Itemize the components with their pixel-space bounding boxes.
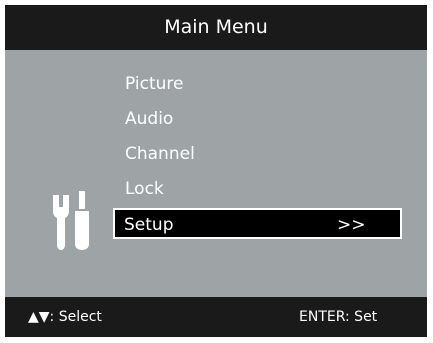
submenu-arrow: >> bbox=[337, 215, 366, 235]
menu-footer: ▲▼: Select ENTER: Set bbox=[5, 297, 427, 337]
menu-item-label: Lock bbox=[125, 179, 164, 199]
menu-item-label: Setup bbox=[124, 215, 174, 235]
wrench-icon bbox=[53, 195, 69, 250]
menu-item-label: Channel bbox=[125, 144, 195, 164]
enter-hint: ENTER: Set bbox=[299, 309, 378, 325]
tools-icon bbox=[53, 191, 89, 250]
select-hint: ▲▼: Select bbox=[28, 309, 102, 325]
menu-item-label: Audio bbox=[125, 109, 174, 129]
menu-panel: Picture Audio Channel Lock Setup >> bbox=[5, 50, 427, 297]
menu-item-label: Picture bbox=[125, 74, 184, 94]
menu-title: Main Menu bbox=[164, 16, 268, 38]
menu-title-bar: Main Menu bbox=[5, 5, 427, 50]
tv-menu-screen: Main Menu Picture Audio Channel Lock Set… bbox=[5, 5, 427, 337]
menu-item-setup[interactable]: Setup >> bbox=[113, 208, 402, 239]
screwdriver-icon bbox=[79, 191, 85, 209]
